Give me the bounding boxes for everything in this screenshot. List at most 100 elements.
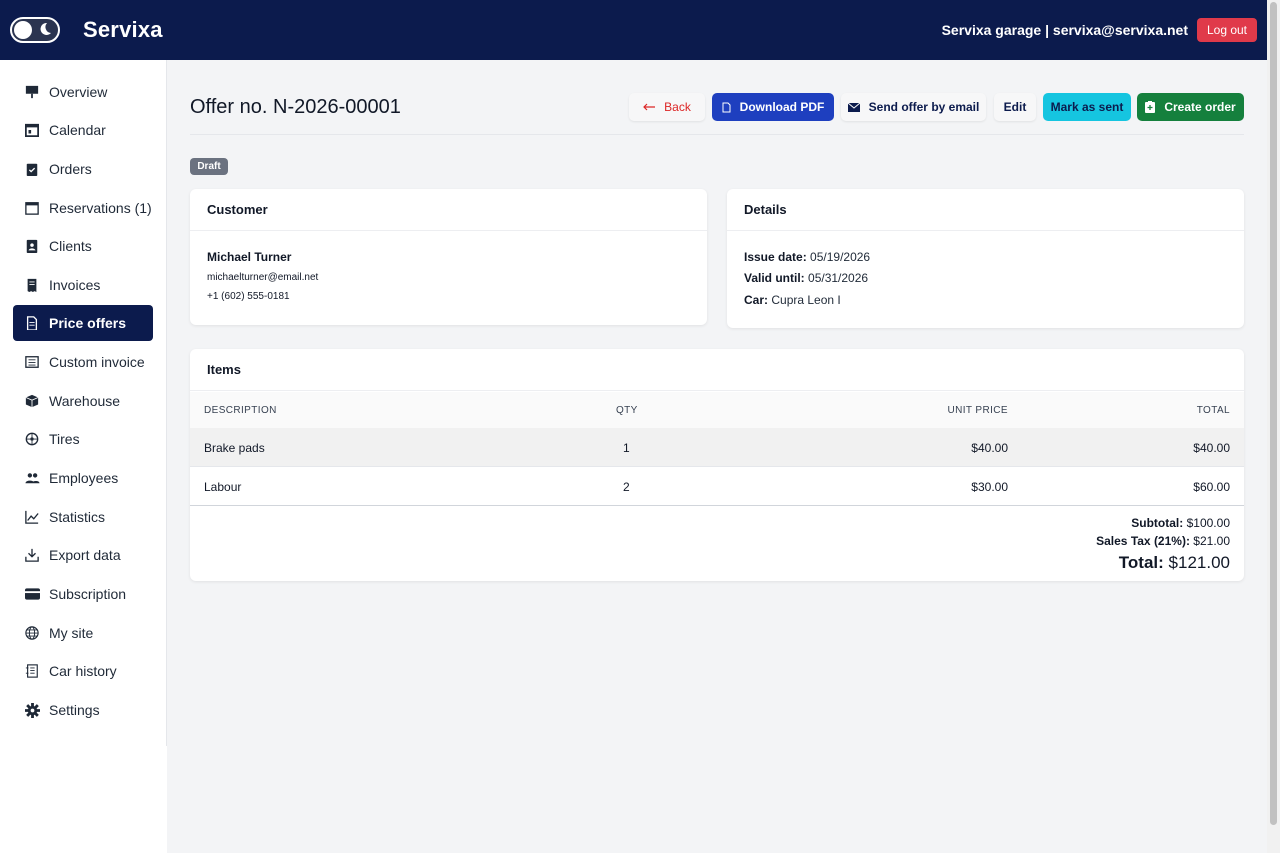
download-pdf-button[interactable]: Download PDF xyxy=(712,93,834,121)
file-pdf-icon xyxy=(722,102,731,113)
sidebar-item-reservations[interactable]: Reservations (1) xyxy=(13,190,153,226)
status-badge: Draft xyxy=(190,158,228,175)
sidebar-item-employees[interactable]: Employees xyxy=(13,460,153,496)
page-title: Offer no. N-2026-00001 xyxy=(190,96,401,118)
moon-icon xyxy=(40,22,51,35)
car-label: Car: xyxy=(744,293,769,307)
details-card: Details Issue date: 05/19/2026 Valid unt… xyxy=(727,189,1244,328)
items-card: Items DESCRIPTION QTY UNIT PRICE TOTAL B… xyxy=(190,349,1244,581)
back-button[interactable]: Back xyxy=(629,93,705,121)
sidebar-item-custom-invoice[interactable]: Custom invoice xyxy=(13,344,153,380)
sidebar-item-warehouse[interactable]: Warehouse xyxy=(13,383,153,419)
sidebar-item-label: Settings xyxy=(49,702,100,718)
sidebar-item-settings[interactable]: Settings xyxy=(13,692,153,728)
car-value: Cupra Leon I xyxy=(771,293,841,307)
sidebar-item-subscription[interactable]: Subscription xyxy=(13,576,153,612)
item-qty: 2 xyxy=(623,480,630,494)
sidebar-item-label: Car history xyxy=(49,663,117,679)
sidebar-item-statistics[interactable]: Statistics xyxy=(13,499,153,535)
total-label: Total: xyxy=(1118,553,1164,572)
tax-line: Sales Tax (21%): $21.00 xyxy=(1096,534,1230,548)
edit-button[interactable]: Edit xyxy=(994,93,1036,121)
sidebar-footer-area xyxy=(0,746,167,853)
sidebar-item-orders[interactable]: Orders xyxy=(13,151,153,187)
mark-as-sent-button[interactable]: Mark as sent xyxy=(1043,93,1131,121)
car-line: Car: Cupra Leon I xyxy=(744,293,841,307)
receipt-icon xyxy=(24,277,40,293)
customer-card: Customer Michael Turner michaelturner@em… xyxy=(190,189,707,325)
document-icon xyxy=(24,315,40,331)
sidebar-item-invoices[interactable]: Invoices xyxy=(13,267,153,303)
sidebar-item-label: Invoices xyxy=(49,277,101,293)
issue-date-value: 05/19/2026 xyxy=(810,250,871,264)
sidebar-item-label: Employees xyxy=(49,470,119,486)
sidebar-item-overview[interactable]: Overview xyxy=(13,74,153,110)
item-total: $40.00 xyxy=(1193,441,1230,455)
create-order-label: Create order xyxy=(1164,100,1236,114)
toggle-knob xyxy=(14,21,32,39)
brand-logo[interactable]: Servixa xyxy=(83,17,163,43)
tax-value: $21.00 xyxy=(1193,534,1230,548)
customer-phone: +1 (602) 555-0181 xyxy=(207,291,290,302)
column-header-qty: QTY xyxy=(616,405,638,416)
table-row: Labour 2 $30.00 $60.00 xyxy=(190,467,1244,506)
grand-total-line: Total: $121.00 xyxy=(1119,553,1230,573)
subtotal-value: $100.00 xyxy=(1186,516,1230,530)
sidebar-item-tires[interactable]: Tires xyxy=(13,421,153,457)
top-bar: Servixa Servixa garage | servixa@servixa… xyxy=(0,0,1267,60)
total-value: $121.00 xyxy=(1168,553,1230,572)
valid-until-label: Valid until: xyxy=(744,271,805,285)
download-icon xyxy=(24,547,40,563)
valid-until-value: 05/31/2026 xyxy=(808,271,869,285)
graph-icon xyxy=(24,509,40,525)
envelope-icon xyxy=(847,102,860,112)
item-qty: 1 xyxy=(623,441,630,455)
sidebar-item-car-history[interactable]: Car history xyxy=(13,653,153,689)
create-order-button[interactable]: Create order xyxy=(1137,93,1244,121)
gear-icon xyxy=(24,702,40,718)
sidebar-item-price-offers[interactable]: Price offers xyxy=(13,305,153,341)
sidebar-item-calendar[interactable]: Calendar xyxy=(13,112,153,148)
column-header-total: TOTAL xyxy=(1196,405,1230,416)
people-icon xyxy=(24,470,40,486)
customer-name: Michael Turner xyxy=(207,250,292,264)
sidebar-item-my-site[interactable]: My site xyxy=(13,615,153,651)
sidebar-item-export-data[interactable]: Export data xyxy=(13,537,153,573)
subtotal-line: Subtotal: $100.00 xyxy=(1131,516,1230,530)
download-pdf-label: Download PDF xyxy=(739,100,825,114)
calendar-icon xyxy=(24,122,40,138)
item-unit-price: $40.00 xyxy=(971,441,1008,455)
item-total: $60.00 xyxy=(1193,480,1230,494)
subtotal-label: Subtotal: xyxy=(1131,516,1184,530)
list-doc-icon xyxy=(24,354,40,370)
sidebar-item-clients[interactable]: Clients xyxy=(13,228,153,264)
sidebar-item-label: Reservations (1) xyxy=(49,200,152,216)
sidebar-item-label: Orders xyxy=(49,161,92,177)
issue-date-label: Issue date: xyxy=(744,250,807,264)
send-email-button[interactable]: Send offer by email xyxy=(841,93,986,121)
back-button-label: Back xyxy=(664,100,691,114)
tax-label: Sales Tax (21%): xyxy=(1096,534,1190,548)
items-card-heading: Items xyxy=(190,349,1244,391)
header-divider xyxy=(190,134,1244,135)
sidebar-item-label: Subscription xyxy=(49,586,127,602)
tire-icon xyxy=(24,431,40,447)
valid-until-line: Valid until: 05/31/2026 xyxy=(744,271,868,285)
sidebar-item-label: Calendar xyxy=(49,122,106,138)
scrollbar-thumb[interactable] xyxy=(1270,2,1277,825)
presentation-icon xyxy=(24,84,40,100)
item-description: Brake pads xyxy=(204,441,265,455)
clipboard-plus-icon xyxy=(1145,101,1156,113)
scrollbar[interactable] xyxy=(1267,0,1280,853)
theme-toggle[interactable] xyxy=(10,17,60,43)
item-unit-price: $30.00 xyxy=(971,480,1008,494)
sidebar-item-label: Statistics xyxy=(49,509,106,525)
clipboard-check-icon xyxy=(24,161,40,177)
column-header-unit-price: UNIT PRICE xyxy=(947,405,1008,416)
arrow-left-icon xyxy=(643,103,656,111)
logout-button[interactable]: Log out xyxy=(1197,18,1257,42)
sidebar-item-label: Clients xyxy=(49,238,92,254)
customer-email: michaelturner@email.net xyxy=(207,272,319,283)
item-description: Labour xyxy=(204,480,242,494)
totals-divider xyxy=(190,505,1244,506)
